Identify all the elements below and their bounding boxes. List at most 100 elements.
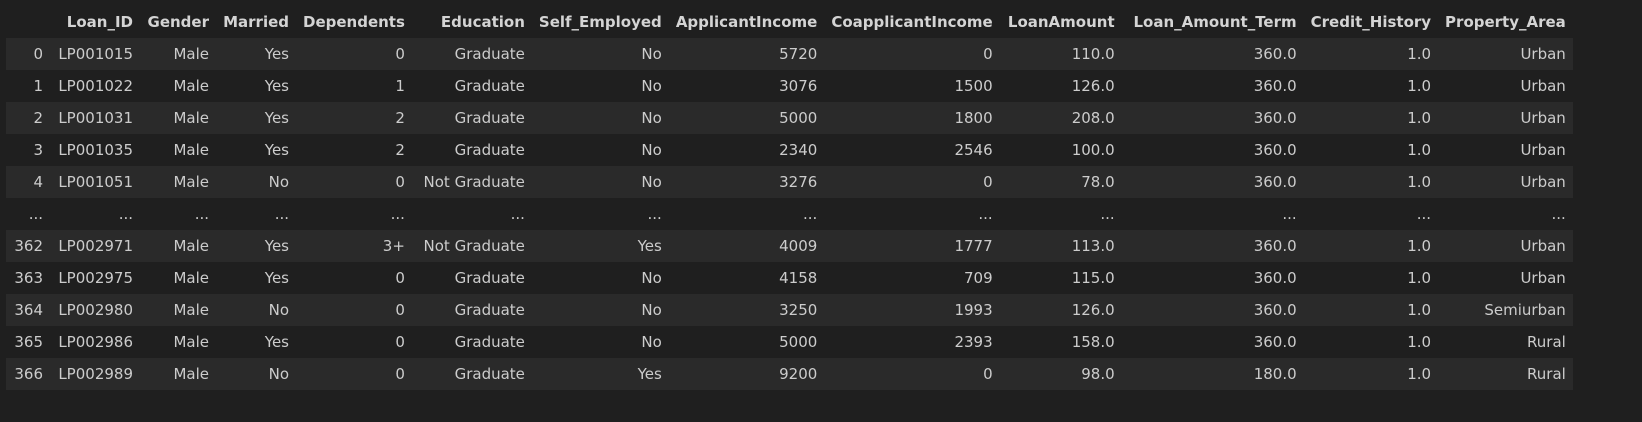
table-cell: No: [268, 173, 289, 191]
table-cell: Urban: [1520, 173, 1566, 191]
table-cell: Male: [173, 109, 209, 127]
table-cell: 0: [395, 301, 405, 319]
table-cell: 360.0: [1253, 301, 1297, 319]
table-cell: Urban: [1520, 237, 1566, 255]
table-cell: 5720: [779, 45, 818, 63]
table-cell: 0: [395, 333, 405, 351]
table-cell: 2340: [779, 141, 818, 159]
row-index: 362: [14, 237, 43, 255]
table-cell: Not Graduate: [423, 173, 525, 191]
column-header-index: [6, 6, 50, 38]
table-cell: Male: [173, 141, 209, 159]
table-cell: Yes: [264, 237, 289, 255]
column-header-credit-history: Credit_History: [1310, 13, 1432, 31]
table-cell: Urban: [1520, 45, 1566, 63]
table-cell: 1.0: [1407, 109, 1432, 127]
table-cell: LP001022: [58, 77, 133, 95]
row-index: 366: [14, 365, 43, 383]
table-cell: 1.0: [1407, 237, 1432, 255]
column-header-property-area: Property_Area: [1445, 13, 1566, 31]
notebook-output: Loan_ID Gender Married Dependents Educat…: [0, 0, 1642, 422]
table-cell: Graduate: [454, 77, 525, 95]
table-cell: 5000: [779, 109, 818, 127]
table-cell: Yes: [637, 237, 662, 255]
header-row: Loan_ID Gender Married Dependents Educat…: [6, 6, 1573, 38]
table-cell: 1800: [954, 109, 993, 127]
table-cell: 360.0: [1253, 173, 1297, 191]
table-cell: Yes: [264, 77, 289, 95]
table-cell: ...: [390, 205, 405, 223]
table-cell: No: [641, 109, 662, 127]
row-index: 0: [33, 45, 43, 63]
column-header-self-employed: Self_Employed: [538, 13, 662, 31]
row-index: 4: [33, 173, 43, 191]
table-cell: 9200: [779, 365, 818, 383]
table-cell: 1.0: [1407, 45, 1432, 63]
table-cell: No: [641, 77, 662, 95]
row-index: 363: [14, 269, 43, 287]
table-cell: LP002975: [58, 269, 133, 287]
table-cell: 0: [395, 365, 405, 383]
table-cell: Male: [173, 365, 209, 383]
table-cell: 360.0: [1253, 109, 1297, 127]
table-cell: LP002971: [58, 237, 133, 255]
table-cell: Male: [173, 301, 209, 319]
table-cell: 3250: [779, 301, 818, 319]
table-cell: 110.0: [1071, 45, 1115, 63]
table-cell: Graduate: [454, 365, 525, 383]
table-cell: 115.0: [1071, 269, 1115, 287]
table-cell: 1500: [954, 77, 993, 95]
table-cell: Male: [173, 333, 209, 351]
row-index: 365: [14, 333, 43, 351]
table-cell: Yes: [264, 269, 289, 287]
table-cell: 0: [983, 173, 993, 191]
column-header-loan-id: Loan_ID: [66, 13, 133, 31]
table-cell: Male: [173, 45, 209, 63]
column-header-loan-amount-term: Loan_Amount_Term: [1133, 13, 1297, 31]
table-cell: Rural: [1527, 333, 1566, 351]
table-cell: 5000: [779, 333, 818, 351]
table-cell: ...: [1551, 205, 1566, 223]
table-cell: No: [641, 141, 662, 159]
table-cell: 360.0: [1253, 77, 1297, 95]
table-cell: 709: [964, 269, 993, 287]
table-cell: 1.0: [1407, 173, 1432, 191]
table-cell: Male: [173, 77, 209, 95]
table-cell: 126.0: [1071, 77, 1115, 95]
table-cell: 360.0: [1253, 237, 1297, 255]
table-cell: Graduate: [454, 301, 525, 319]
table-cell: ...: [118, 205, 133, 223]
table-cell: Yes: [264, 45, 289, 63]
table-cell: 360.0: [1253, 269, 1297, 287]
table-cell: No: [641, 301, 662, 319]
table-cell: Not Graduate: [423, 237, 525, 255]
row-index: 364: [14, 301, 43, 319]
table-cell: Yes: [264, 333, 289, 351]
table-cell: 1.0: [1407, 365, 1432, 383]
table-cell: Urban: [1520, 141, 1566, 159]
table-row: 1 LP001022 Male Yes 1 Graduate No 3076 1500 126.0…: [6, 70, 1573, 102]
table-row: 366 LP002989 Male No 0 Graduate Yes 9200 0 98.0 18…: [6, 358, 1573, 390]
table-cell: LP002986: [58, 333, 133, 351]
table-cell: 1: [395, 77, 405, 95]
table-cell: No: [268, 301, 289, 319]
table-cell: LP002989: [58, 365, 133, 383]
table-cell: ...: [647, 205, 662, 223]
table-cell: 0: [983, 45, 993, 63]
table-cell: Semiurban: [1484, 301, 1566, 319]
table-cell: 1.0: [1407, 269, 1432, 287]
table-cell: Urban: [1520, 109, 1566, 127]
table-cell: Graduate: [454, 45, 525, 63]
table-cell: 0: [983, 365, 993, 383]
table-row: 362 LP002971 Male Yes 3+ Not Graduate Yes 4009 1…: [6, 230, 1573, 262]
table-cell: 0: [395, 45, 405, 63]
table-cell: Male: [173, 173, 209, 191]
table-row: 363 LP002975 Male Yes 0 Graduate No 4158 709 115.…: [6, 262, 1573, 294]
table-cell: 4009: [779, 237, 818, 255]
table-cell: 1.0: [1407, 141, 1432, 159]
table-cell: 360.0: [1253, 141, 1297, 159]
table-cell: ...: [274, 205, 289, 223]
table-cell: No: [641, 333, 662, 351]
table-row: 0 LP001015 Male Yes 0 Graduate No 5720 0 110.0 360…: [6, 38, 1573, 70]
table-cell: ...: [978, 205, 993, 223]
